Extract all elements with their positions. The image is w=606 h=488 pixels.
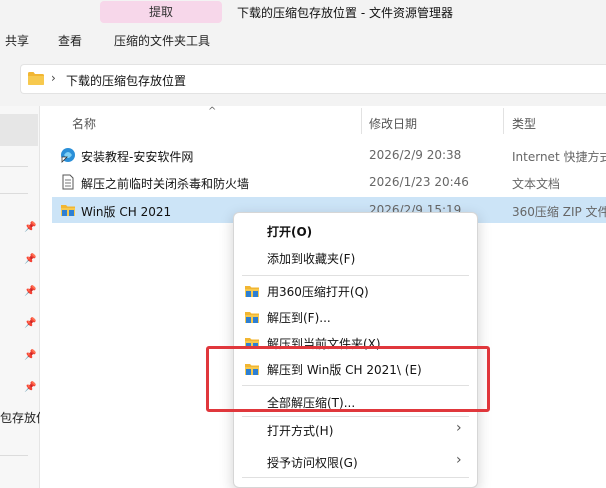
- menu-item-label: 授予访问权限(G): [267, 456, 358, 470]
- sort-ascending-icon: ^: [208, 106, 217, 117]
- tab-share[interactable]: 共享: [5, 32, 29, 49]
- menu-item-label: 打开方式(H): [267, 424, 334, 438]
- menu-item-label: 添加到收藏夹(F): [267, 252, 356, 266]
- ribbon-bar: [0, 27, 606, 54]
- menu-divider: [242, 477, 469, 478]
- column-divider[interactable]: [361, 108, 362, 134]
- nav-divider: [0, 193, 28, 194]
- pin-icon[interactable]: 📌: [24, 318, 36, 330]
- pin-icon[interactable]: 📌: [24, 382, 36, 394]
- breadcrumb-current[interactable]: 下载的压缩包存放位置: [66, 72, 186, 89]
- menu-item-label: 打开(O): [267, 225, 313, 239]
- column-divider[interactable]: [503, 108, 504, 134]
- column-header-date[interactable]: 修改日期: [369, 115, 417, 132]
- pin-icon[interactable]: 📌: [24, 222, 36, 234]
- chevron-right-icon: ›: [456, 452, 462, 468]
- menu-divider: [242, 275, 469, 276]
- column-header-name[interactable]: 名称: [72, 115, 96, 132]
- nav-divider: [0, 166, 28, 167]
- file-name[interactable]: 解压之前临时关闭杀毒和防火墙: [81, 175, 249, 192]
- nav-divider: [0, 455, 28, 456]
- 360zip-icon: [245, 286, 259, 297]
- menu-item-open-with-360zip[interactable]: 用360压缩打开(Q): [234, 277, 477, 305]
- pin-icon[interactable]: 📌: [24, 286, 36, 298]
- file-name[interactable]: 安装教程-安安软件网: [81, 148, 193, 165]
- menu-item-open[interactable]: 打开(O): [234, 217, 477, 245]
- file-type: Internet 快捷方式: [512, 150, 606, 164]
- menu-item-label: 解压到(F)...: [267, 311, 331, 325]
- tab-compressed-folder-tools[interactable]: 压缩的文件夹工具: [114, 32, 210, 49]
- nav-item-selected[interactable]: [0, 114, 38, 146]
- text-file-icon: [62, 174, 74, 190]
- file-type: 文本文档: [512, 177, 561, 191]
- file-date: 2026/1/23 20:46: [369, 175, 469, 189]
- menu-item-extract-to[interactable]: 解压到(F)...: [234, 303, 477, 331]
- tab-view[interactable]: 查看: [58, 32, 82, 49]
- internet-shortcut-icon: [61, 148, 75, 163]
- menu-item-label: 用360压缩打开(Q): [267, 285, 369, 299]
- pin-icon[interactable]: 📌: [24, 350, 36, 362]
- zip-archive-icon: [61, 205, 75, 216]
- nav-item-label[interactable]: 包存放位: [0, 409, 40, 426]
- window-title: 下载的压缩包存放位置 - 文件资源管理器: [237, 6, 453, 20]
- file-date: 2026/2/9 20:38: [369, 148, 462, 162]
- pin-icon[interactable]: 📌: [24, 254, 36, 266]
- 360zip-icon: [245, 312, 259, 323]
- file-type: 360压缩 ZIP 文件: [512, 205, 606, 219]
- menu-item-open-with[interactable]: 打开方式(H) ›: [234, 416, 477, 444]
- folder-icon: [28, 72, 44, 85]
- column-header-type[interactable]: 类型: [512, 115, 536, 132]
- breadcrumb-chevron-icon[interactable]: ›: [51, 71, 56, 85]
- chevron-right-icon: ›: [456, 420, 462, 436]
- highlight-box: [206, 346, 490, 412]
- tab-extract[interactable]: 提取: [100, 1, 222, 23]
- menu-item-grant-access[interactable]: 授予访问权限(G) ›: [234, 448, 477, 476]
- menu-item-add-favorites[interactable]: 添加到收藏夹(F): [234, 244, 477, 272]
- file-name[interactable]: Win版 CH 2021: [81, 203, 171, 220]
